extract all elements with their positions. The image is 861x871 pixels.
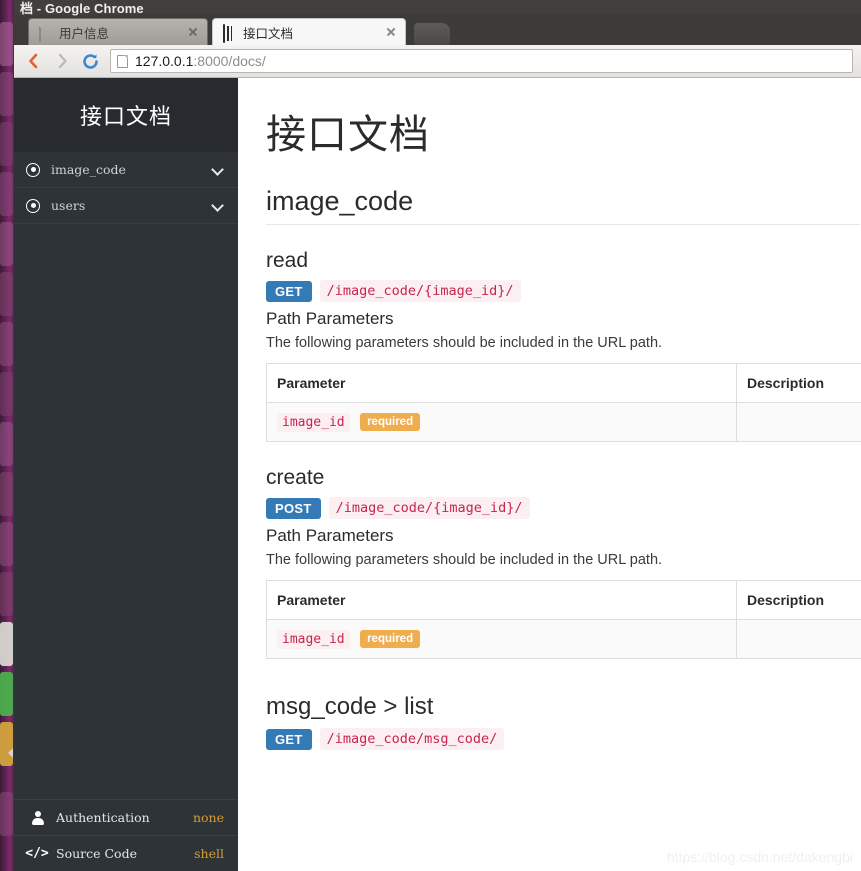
launcher-tile-files[interactable] bbox=[0, 622, 13, 666]
table-header-row: Parameter Description bbox=[266, 580, 861, 621]
unity-launcher[interactable] bbox=[0, 0, 14, 871]
tab-label: 接口文档 bbox=[243, 26, 294, 41]
section-heading-msg-code-list: msg_code > list bbox=[266, 693, 434, 721]
footer-value: shell bbox=[194, 846, 224, 861]
sidebar-footer-source-code[interactable]: </> Source Code shell bbox=[14, 835, 238, 871]
page-viewport: 接口文档 image_code users Authentication non… bbox=[14, 78, 861, 871]
table-row: image_id required bbox=[266, 401, 861, 443]
cell-parameter: image_id required bbox=[266, 619, 737, 660]
footer-label: Source Code bbox=[56, 846, 137, 861]
column-header-description: Description bbox=[736, 580, 861, 621]
new-tab-icon[interactable] bbox=[414, 23, 450, 45]
docs-content: 接口文档 image_code read GET /image_code/{im… bbox=[238, 78, 861, 871]
sidebar-header: 接口文档 bbox=[14, 78, 238, 152]
launcher-tile[interactable] bbox=[0, 172, 13, 216]
url-path: :8000/docs/ bbox=[193, 53, 266, 69]
params-table: Parameter Description image_id required bbox=[266, 363, 861, 443]
endpoint-create: POST /image_code/{image_id}/ bbox=[266, 497, 861, 520]
url-host: 127.0.0.1 bbox=[135, 53, 194, 69]
close-icon[interactable] bbox=[383, 24, 399, 40]
page-info-icon[interactable] bbox=[117, 54, 128, 68]
launcher-tile-amber[interactable] bbox=[0, 722, 13, 766]
sidebar-item-label: users bbox=[51, 198, 86, 213]
launcher-tile[interactable] bbox=[0, 72, 13, 116]
launcher-tile[interactable] bbox=[0, 22, 13, 66]
code-icon: </> bbox=[25, 846, 49, 861]
browser-tab-user-info[interactable]: 用户信息 bbox=[28, 18, 208, 45]
footer-value: none bbox=[192, 810, 224, 825]
launcher-tile[interactable] bbox=[0, 472, 13, 516]
launcher-tile[interactable] bbox=[0, 222, 13, 266]
circle-dot-icon bbox=[26, 198, 40, 213]
screen: 档 - Google Chrome 用户信息 接口文档 127.0.0.1:8… bbox=[0, 0, 861, 871]
launcher-tile[interactable] bbox=[0, 272, 13, 316]
back-arrow-icon[interactable] bbox=[20, 47, 48, 75]
sidebar-item-label: image_code bbox=[51, 162, 126, 177]
cell-parameter: image_id required bbox=[266, 401, 737, 443]
http-method-badge: GET bbox=[266, 728, 312, 750]
sidebar-item-users[interactable]: users bbox=[14, 188, 238, 224]
watermark: https://blog.csdn.net/dakengbi bbox=[666, 849, 853, 865]
close-icon[interactable] bbox=[185, 24, 201, 40]
document-icon bbox=[39, 23, 53, 43]
endpoint-path: /image_code/{image_id}/ bbox=[328, 497, 530, 520]
required-badge: required bbox=[360, 413, 421, 431]
table-row: image_id required bbox=[266, 619, 861, 660]
column-header-description: Description bbox=[736, 363, 861, 403]
params-heading: Path Parameters bbox=[266, 309, 394, 328]
endpoint-msg-code-list: GET /image_code/msg_code/ bbox=[266, 728, 861, 751]
book-icon bbox=[223, 23, 237, 43]
launcher-tile[interactable] bbox=[0, 522, 13, 566]
tab-label: 用户信息 bbox=[59, 26, 110, 41]
endpoint-path: /image_code/{image_id}/ bbox=[319, 280, 521, 302]
browser-tab-api-docs[interactable]: 接口文档 bbox=[212, 18, 406, 45]
chevron-down-icon[interactable] bbox=[213, 200, 224, 211]
http-method-badge: GET bbox=[266, 280, 312, 302]
docs-sidebar: 接口文档 image_code users Authentication non… bbox=[14, 78, 238, 871]
launcher-tile[interactable] bbox=[0, 572, 13, 616]
sidebar-item-image-code[interactable]: image_code bbox=[14, 152, 238, 188]
page-title: 接口文档 bbox=[266, 112, 430, 158]
user-icon bbox=[28, 811, 46, 825]
endpoint-path: /image_code/msg_code/ bbox=[319, 728, 505, 751]
launcher-tile-spotify[interactable] bbox=[0, 672, 13, 716]
param-name: image_id bbox=[277, 413, 350, 433]
launcher-tile[interactable] bbox=[0, 422, 13, 466]
forward-arrow-icon[interactable] bbox=[48, 47, 76, 75]
sidebar-footer: Authentication none </> Source Code shel… bbox=[14, 799, 238, 871]
cell-description bbox=[736, 619, 861, 660]
endpoint-name-create: create bbox=[266, 466, 325, 490]
reload-icon[interactable] bbox=[76, 47, 104, 75]
launcher-running-arrow bbox=[8, 748, 13, 758]
column-header-parameter: Parameter bbox=[266, 363, 737, 403]
endpoint-read: GET /image_code/{image_id}/ bbox=[266, 280, 861, 302]
params-description: The following parameters should be inclu… bbox=[266, 335, 663, 351]
params-heading: Path Parameters bbox=[266, 526, 394, 546]
table-header-row: Parameter Description bbox=[266, 363, 861, 403]
footer-label: Authentication bbox=[56, 810, 150, 825]
section-heading-image-code: image_code bbox=[266, 186, 860, 225]
launcher-tile[interactable] bbox=[0, 792, 13, 836]
launcher-tile[interactable] bbox=[0, 122, 13, 166]
circle-dot-icon bbox=[26, 162, 40, 177]
column-header-parameter: Parameter bbox=[266, 580, 737, 621]
params-table: Parameter Description image_id required bbox=[266, 580, 861, 660]
http-method-badge: POST bbox=[266, 497, 321, 519]
launcher-tile[interactable] bbox=[0, 372, 13, 416]
address-bar[interactable]: 127.0.0.1 :8000/docs/ bbox=[110, 49, 853, 73]
required-badge: required bbox=[360, 630, 421, 649]
endpoint-name-read: read bbox=[266, 249, 309, 272]
sidebar-title: 接口文档 bbox=[79, 105, 172, 130]
cell-description bbox=[736, 401, 861, 443]
params-description: The following parameters should be inclu… bbox=[266, 552, 663, 569]
browser-toolbar: 127.0.0.1 :8000/docs/ bbox=[14, 45, 861, 78]
chevron-down-icon[interactable] bbox=[213, 164, 224, 175]
launcher-tile[interactable] bbox=[0, 322, 13, 366]
sidebar-footer-authentication[interactable]: Authentication none bbox=[14, 799, 238, 835]
window-title: 档 - Google Chrome bbox=[20, 1, 144, 16]
window-titlebar[interactable]: 档 - Google Chrome bbox=[0, 0, 861, 16]
tab-strip: 用户信息 接口文档 bbox=[14, 15, 861, 45]
param-name: image_id bbox=[277, 630, 350, 650]
